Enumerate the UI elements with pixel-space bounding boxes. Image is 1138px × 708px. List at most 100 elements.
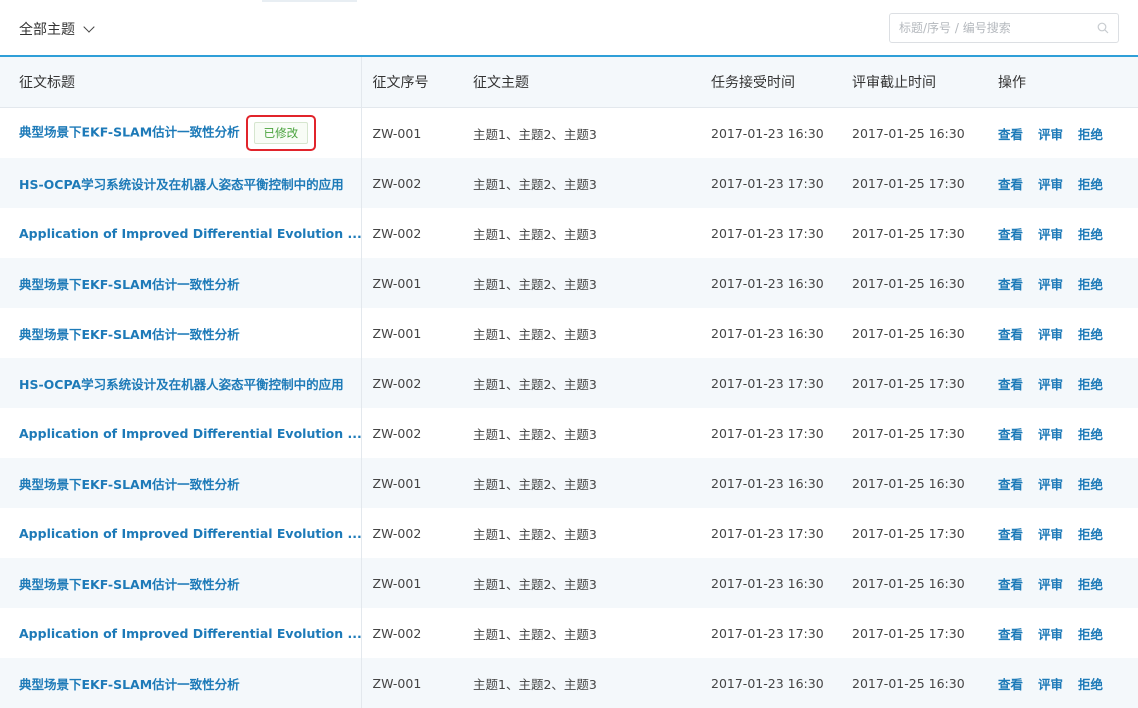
cell-deadline: 2017-01-25 17:30 [841,358,987,408]
modified-badge: 已修改 [253,122,309,144]
review-link[interactable]: 评审 [1038,477,1063,492]
title-link[interactable]: Application of Improved Differential Evo… [19,226,360,241]
title-link[interactable]: Application of Improved Differential Evo… [19,526,360,541]
reject-link[interactable]: 拒绝 [1078,577,1103,592]
reject-link[interactable]: 拒绝 [1078,177,1103,192]
title-link[interactable]: 典型场景下EKF-SLAM估计一致性分析 [19,577,240,592]
review-link[interactable]: 评审 [1038,227,1063,242]
reject-link[interactable]: 拒绝 [1078,527,1103,542]
title-link[interactable]: 典型场景下EKF-SLAM估计一致性分析 [19,677,240,692]
view-link[interactable]: 查看 [998,377,1023,392]
cell-accept-time: 2017-01-23 17:30 [711,425,824,441]
top-toolbar: 全部主题 [0,0,1138,57]
reject-link[interactable]: 拒绝 [1078,477,1103,492]
cell-accept-time: 2017-01-23 16:30 [700,458,841,508]
cell-actions: 查看 评审 拒绝 [987,408,1138,458]
cell-actions: 查看 评审 拒绝 [987,458,1138,508]
view-link[interactable]: 查看 [998,327,1023,342]
cell-accept-time: 2017-01-23 16:30 [711,325,824,341]
review-link[interactable]: 评审 [1038,427,1063,442]
review-link[interactable]: 评审 [1038,127,1063,142]
cell-serial: ZW-002 [361,358,462,408]
review-link[interactable]: 评审 [1038,277,1063,292]
header-accept-time[interactable]: 任务接受时间 [700,57,841,108]
table-row: 典型场景下EKF-SLAM估计一致性分析 已修改 ZW-001 主题1、主题2、主题3… [0,107,1138,158]
cell-accept-time: 2017-01-23 16:30 [700,558,841,608]
cell-serial: ZW-001 [361,658,462,708]
cell-title: HS-OCPA学习系统设计及在机器人姿态平衡控制中的应用 [0,358,362,408]
view-link[interactable]: 查看 [998,477,1023,492]
cell-title: 典型场景下EKF-SLAM估计一致性分析 [0,658,362,708]
title-link[interactable]: HS-OCPA学习系统设计及在机器人姿态平衡控制中的应用 [19,377,344,392]
title-link[interactable]: 典型场景下EKF-SLAM估计一致性分析 [19,277,240,292]
cell-title: 典型场景下EKF-SLAM估计一致性分析 已修改 [0,107,362,158]
cell-serial: ZW-002 [372,625,422,641]
cell-deadline: 2017-01-25 17:30 [852,525,965,541]
title-link[interactable]: 典型场景下EKF-SLAM估计一致性分析 [19,327,240,342]
title-link[interactable]: HS-OCPA学习系统设计及在机器人姿态平衡控制中的应用 [19,177,344,192]
view-link[interactable]: 查看 [998,677,1023,692]
view-link[interactable]: 查看 [998,177,1023,192]
cell-actions: 查看 评审 拒绝 [987,158,1138,208]
cell-serial: ZW-002 [372,225,422,241]
table-row: Application of Improved Differential Evo… [0,208,1138,258]
cell-serial: ZW-002 [372,425,422,441]
review-link[interactable]: 评审 [1038,327,1063,342]
view-link[interactable]: 查看 [998,277,1023,292]
cell-deadline: 2017-01-25 17:30 [841,158,987,208]
review-link[interactable]: 评审 [1038,577,1063,592]
cell-deadline: 2017-01-25 16:30 [852,325,965,341]
search-input[interactable] [890,14,1090,42]
cell-actions: 查看 评审 拒绝 [987,358,1138,408]
reject-link[interactable]: 拒绝 [1078,377,1103,392]
theme-filter-dropdown[interactable]: 全部主题 [19,19,95,39]
cell-accept-time: 2017-01-23 17:30 [711,225,824,241]
review-link[interactable]: 评审 [1038,377,1063,392]
cell-accept-time: 2017-01-23 17:30 [700,358,841,408]
review-link[interactable]: 评审 [1038,627,1063,642]
cell-serial: ZW-002 [372,525,422,541]
cell-deadline: 2017-01-25 17:30 [852,425,965,441]
cell-actions: 查看 评审 拒绝 [987,658,1138,708]
review-link[interactable]: 评审 [1038,677,1063,692]
view-link[interactable]: 查看 [998,427,1023,442]
cell-title: Application of Improved Differential Evo… [0,608,362,658]
header-title[interactable]: 征文标题 [0,57,362,108]
view-link[interactable]: 查看 [998,627,1023,642]
search-box[interactable] [889,13,1119,43]
reject-link[interactable]: 拒绝 [1078,627,1103,642]
table-row: Application of Improved Differential Evo… [0,608,1138,658]
cell-accept-time: 2017-01-23 16:30 [711,125,824,141]
chevron-down-icon [83,21,95,33]
reject-link[interactable]: 拒绝 [1078,127,1103,142]
view-link[interactable]: 查看 [998,577,1023,592]
reject-link[interactable]: 拒绝 [1078,227,1103,242]
header-serial[interactable]: 征文序号 [361,57,462,108]
cell-accept-time: 2017-01-23 17:30 [700,158,841,208]
reject-link[interactable]: 拒绝 [1078,327,1103,342]
header-topics[interactable]: 征文主题 [462,57,700,108]
review-link[interactable]: 评审 [1038,527,1063,542]
reject-link[interactable]: 拒绝 [1078,677,1103,692]
title-link[interactable]: Application of Improved Differential Evo… [19,626,360,641]
title-link[interactable]: 典型场景下EKF-SLAM估计一致性分析 [19,125,240,140]
header-deadline[interactable]: 评审截止时间 [841,57,987,108]
title-link[interactable]: Application of Improved Differential Evo… [19,426,360,441]
review-link[interactable]: 评审 [1038,177,1063,192]
modified-highlight-box: 已修改 [245,115,317,151]
reject-link[interactable]: 拒绝 [1078,427,1103,442]
table-row: HS-OCPA学习系统设计及在机器人姿态平衡控制中的应用 ZW-002 主题1、主题… [0,158,1138,208]
cell-deadline: 2017-01-25 17:30 [852,625,965,641]
cell-topics: 主题1、主题2、主题3 [462,158,700,208]
tab-indicator-line [262,0,357,2]
view-link[interactable]: 查看 [998,127,1023,142]
title-link[interactable]: 典型场景下EKF-SLAM估计一致性分析 [19,477,240,492]
view-link[interactable]: 查看 [998,227,1023,242]
search-icon[interactable] [1097,22,1109,34]
reject-link[interactable]: 拒绝 [1078,277,1103,292]
view-link[interactable]: 查看 [998,527,1023,542]
cell-serial: ZW-001 [361,258,462,308]
cell-deadline: 2017-01-25 17:30 [852,225,965,241]
cell-deadline: 2017-01-25 16:30 [841,558,987,608]
cell-topics: 主题1、主题2、主题3 [462,458,700,508]
